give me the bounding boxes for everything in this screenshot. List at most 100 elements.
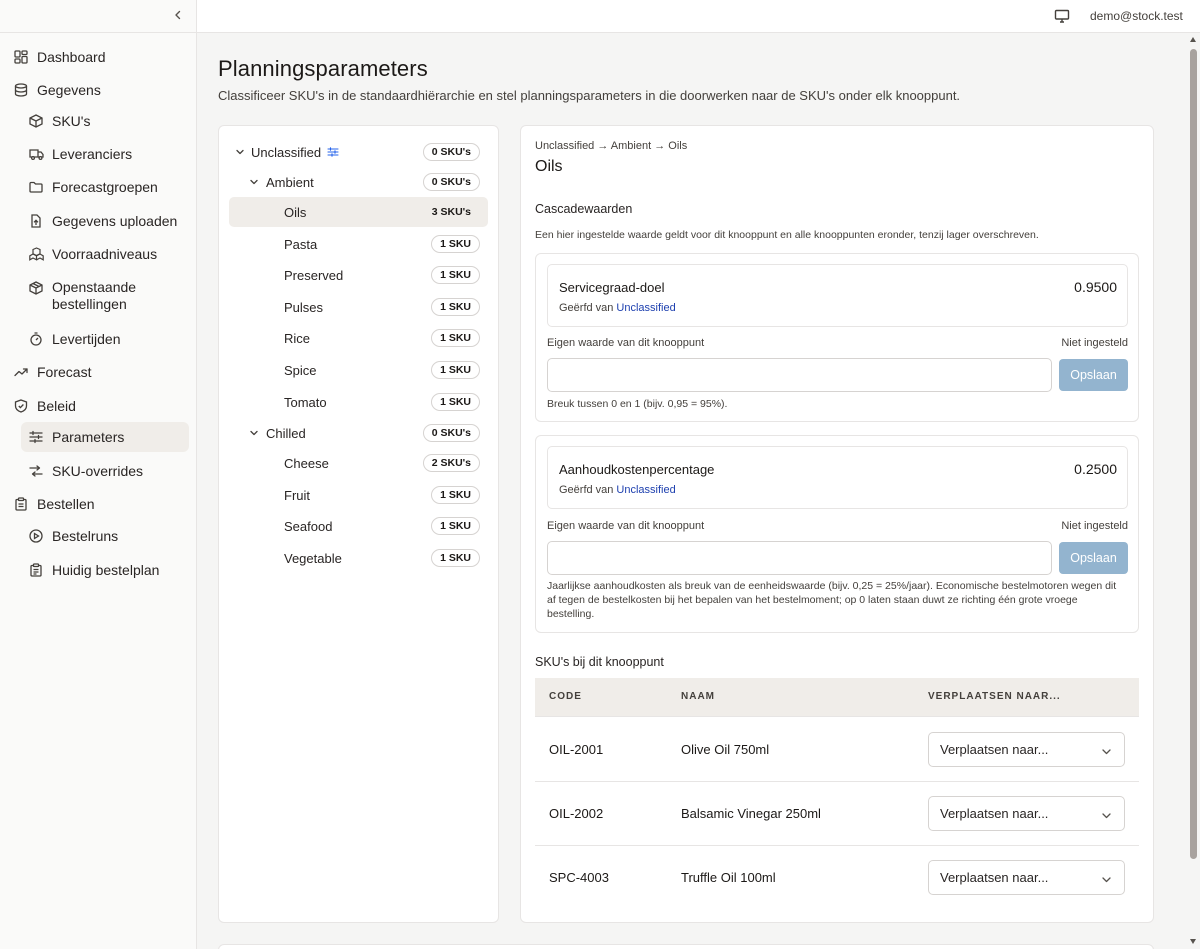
tree-node-label: Rice [284,330,311,346]
own-value-label: Eigen waarde van dit knooppunt [547,337,705,349]
tree-node-rice[interactable]: Rice 1 SKU [229,324,488,352]
sidebar-item-levertijden[interactable]: Levertijden [21,324,189,354]
skus-section-title: SKU's bij dit knooppunt [535,655,664,669]
sidebar-item-label: Bestellen [37,496,95,512]
tree-node-oils[interactable]: Oils 3 SKU's [229,197,488,227]
sidebar-item-beleid[interactable]: Beleid [12,391,188,421]
sidebar-item-sku-overrides[interactable]: SKU-overrides [21,456,189,486]
tree-node-cheese[interactable]: Cheese 2 SKU's [229,449,488,477]
sidebar-item-openstaande-bestellingen[interactable]: Openstaande bestellingen [21,274,189,316]
tree-node-seafood[interactable]: Seafood 1 SKU [229,512,488,540]
tree-node-vegetable[interactable]: Vegetable 1 SKU [229,544,488,572]
tree-node-label: Fruit [284,487,310,503]
tree-node-chilled[interactable]: Chilled 0 SKU's [229,419,488,447]
chevron-down-icon[interactable] [234,146,246,158]
tree-node-label: Spice [284,362,317,378]
sku-count-badge: 1 SKU [431,393,480,411]
tree-node-spice[interactable]: Spice 1 SKU [229,356,488,384]
save-button[interactable]: Opslaan [1059,542,1128,574]
user-email[interactable]: demo@stock.test [1090,9,1183,23]
move-to-select[interactable]: Verplaatsen naar... [928,860,1125,895]
scroll-up-arrow-icon[interactable] [1190,37,1196,42]
sidebar-item-forecast[interactable]: Forecast [12,357,188,387]
sku-count-badge: 1 SKU [431,266,480,284]
move-to-select[interactable]: Verplaatsen naar... [928,796,1125,831]
sidebar-item-label: Gegevens [37,82,101,98]
sidebar-item-forecastgroepen[interactable]: Forecastgroepen [21,172,189,202]
sku-count-badge: 1 SKU [431,486,480,504]
tree-node-label: Vegetable [284,550,342,566]
clipboard-icon [13,496,29,512]
select-value: Verplaatsen naar... [940,806,1049,821]
next-section-card [218,944,1154,949]
sidebar-item-gegevens[interactable]: Gegevens [12,75,188,105]
package-icon [28,280,44,296]
sku-name: Olive Oil 750ml [681,742,770,757]
sidebar-divider [0,32,197,33]
sidebar-item-label: Leveranciers [52,146,133,162]
scroll-thumb[interactable] [1190,49,1197,859]
sku-code: SPC-4003 [549,870,609,885]
tree-node-label: Ambient [266,174,314,190]
label-line-2: bestellingen [52,296,127,312]
tree-node-label: Cheese [284,455,329,471]
sku-name: Balsamic Vinegar 250ml [681,806,821,821]
sku-count-badge: 1 SKU [431,549,480,567]
sku-count-badge: 1 SKU [431,517,480,535]
chevron-left-icon [175,10,181,20]
sidebar-item-label: Huidig bestelplan [52,562,160,578]
sku-count-badge: 1 SKU [431,235,480,253]
sidebar-item-voorraadniveaus[interactable]: Voorraadniveaus [21,239,189,269]
tree-node-pasta[interactable]: Pasta 1 SKU [229,230,488,258]
tree-node-label: Pasta [284,236,318,252]
inherited-link[interactable]: Unclassified [616,484,675,496]
inherited-link[interactable]: Unclassified [616,302,675,314]
tree-node-fruit[interactable]: Fruit 1 SKU [229,481,488,509]
tree-node-pulses[interactable]: Pulses 1 SKU [229,293,488,321]
hierarchy-tree: Unclassified 0 SKU's Ambient 0 SKU's Oil… [218,125,499,923]
select-value: Verplaatsen naar... [940,870,1049,885]
sku-code: OIL-2001 [549,742,604,757]
sidebar-item-label: Parameters [52,429,125,445]
page-scrollbar[interactable] [1187,33,1200,949]
tree-node-preserved[interactable]: Preserved 1 SKU [229,261,488,289]
monitor-icon[interactable] [1054,8,1070,24]
own-value-label: Eigen waarde van dit knooppunt [547,520,705,532]
scroll-down-arrow-icon[interactable] [1190,939,1196,944]
sidebar-item-gegevens-uploaden[interactable]: Gegevens uploaden [21,206,189,236]
sidebar-item-bestelruns[interactable]: Bestelruns [21,521,189,551]
collapse-sidebar-button[interactable] [170,7,186,23]
chevron-down-icon[interactable] [248,176,260,188]
sidebar-item-dashboard[interactable]: Dashboard [12,42,188,72]
sidebar-item-huidig-bestelplan[interactable]: Huidig bestelplan [21,555,189,585]
tree-node-ambient[interactable]: Ambient 0 SKU's [229,168,488,196]
table-row: OIL-2001 Olive Oil 750ml Verplaatsen naa… [535,718,1139,782]
sidebar-item-leveranciers[interactable]: Leveranciers [21,139,189,169]
tree-node-unclassified[interactable]: Unclassified 0 SKU's [229,138,488,166]
param-summary: Servicegraad-doel 0.9500 Geërfd van Uncla… [547,264,1128,327]
clipboard-list-icon [28,562,44,578]
timer-icon [28,331,44,347]
own-value-state: Niet ingesteld [1061,520,1128,532]
sidebar-item-parameters[interactable]: Parameters [21,422,189,452]
sidebar-item-bestellen[interactable]: Bestellen [12,489,188,519]
tree-node-tomato[interactable]: Tomato 1 SKU [229,388,488,416]
chevron-down-icon[interactable] [248,427,260,439]
chevron-down-icon [1101,809,1112,820]
sku-code: OIL-2002 [549,806,604,821]
move-to-select[interactable]: Verplaatsen naar... [928,732,1125,767]
chevron-down-icon [1101,873,1112,884]
param-card-service-level: Servicegraad-doel 0.9500 Geërfd van Uncla… [535,253,1139,422]
folder-icon [28,179,44,195]
inherited-prefix: Geërfd van [559,484,614,496]
own-value-input[interactable] [547,358,1052,392]
sku-count-badge: 3 SKU's [422,203,480,221]
sidebar-item-label: Levertijden [52,331,121,347]
own-value-input[interactable] [547,541,1052,575]
save-button[interactable]: Opslaan [1059,359,1128,391]
table-row: SPC-4003 Truffle Oil 100ml Verplaatsen n… [535,846,1139,910]
sidebar-item-skus[interactable]: SKU's [21,106,189,136]
sidebar-item-label: Voorraadniveaus [52,246,158,262]
param-summary: Aanhoudkostenpercentage 0.2500 Geërfd va… [547,446,1128,509]
trend-icon [13,364,29,380]
